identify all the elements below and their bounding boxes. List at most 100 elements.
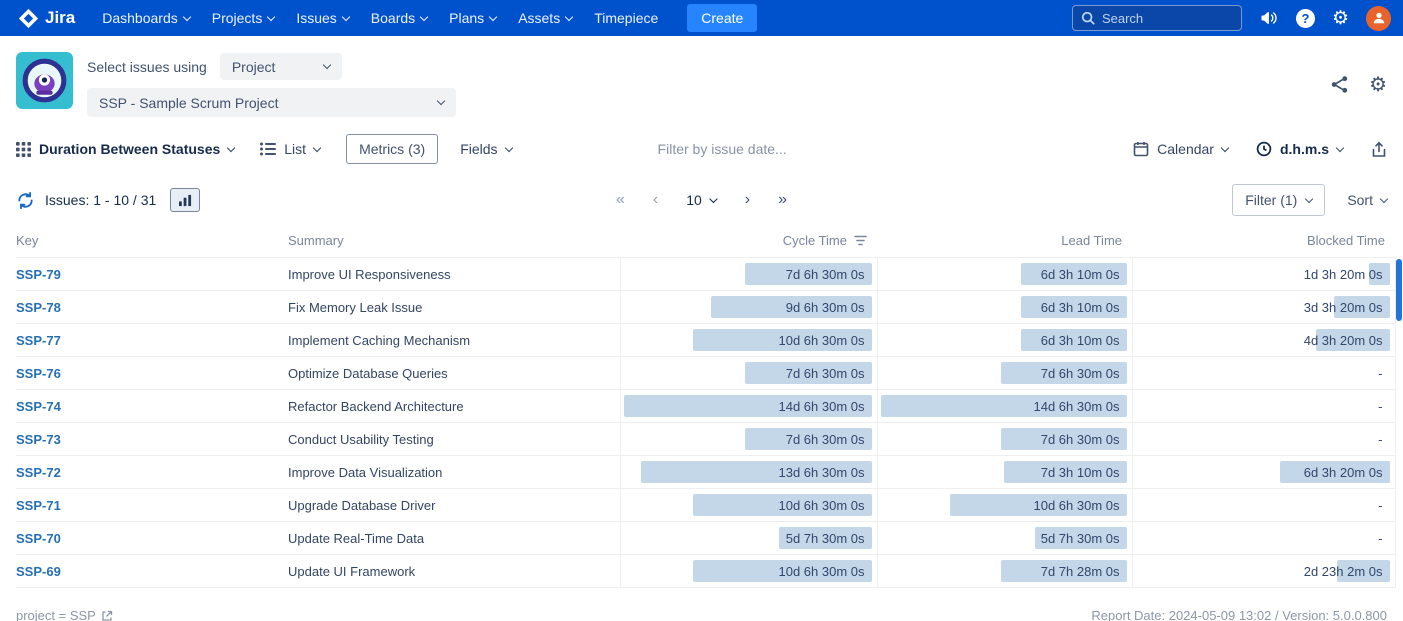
- page-footer: project = SSP Report Date: 2024-05-09 13…: [0, 608, 1403, 621]
- settings-gear-icon[interactable]: ⚙: [1332, 9, 1349, 28]
- filter-button[interactable]: Filter (1): [1232, 184, 1325, 216]
- chevron-down-icon: [342, 12, 350, 20]
- issue-key-link[interactable]: SSP-77: [16, 333, 61, 348]
- nav-projects[interactable]: Projects: [201, 10, 286, 26]
- person-icon: [1372, 11, 1386, 25]
- create-button[interactable]: Create: [687, 4, 757, 32]
- issue-key-link[interactable]: SSP-71: [16, 498, 61, 513]
- project-select[interactable]: SSP - Sample Scrum Project: [87, 88, 456, 117]
- clock-icon: [1256, 141, 1272, 157]
- blocked-cell: 3d 3h 20m 0s: [1133, 291, 1395, 323]
- issue-key-link[interactable]: SSP-76: [16, 366, 61, 381]
- global-search[interactable]: [1072, 5, 1242, 31]
- issue-key-link[interactable]: SSP-70: [16, 531, 61, 546]
- issue-source-controls: Select issues using Project SSP - Sample…: [87, 52, 456, 117]
- issue-source-select[interactable]: Project: [220, 53, 342, 80]
- report-toolbar: Duration Between Statuses List Metrics (…: [0, 133, 1403, 165]
- refresh-icon[interactable]: [16, 191, 35, 210]
- sort-select[interactable]: Sort: [1347, 192, 1387, 208]
- issue-summary: Improve UI Responsiveness: [288, 267, 451, 282]
- last-page-button[interactable]: »: [778, 192, 787, 208]
- export-icon[interactable]: [1371, 141, 1387, 158]
- lead-cell: 14d 6h 30m 0s: [878, 390, 1132, 422]
- issue-summary: Update Real-Time Data: [288, 531, 424, 546]
- table-row: SSP-77 Implement Caching Mechanism 10d 6…: [16, 324, 1395, 357]
- chevron-down-icon: [267, 12, 275, 20]
- table-row: SSP-79 Improve UI Responsiveness 7d 6h 3…: [16, 258, 1395, 291]
- scrollbar-thumb[interactable]: [1396, 259, 1402, 321]
- issue-date-filter-input[interactable]: Filter by issue date...: [658, 141, 787, 157]
- report-info-label: Report Date: 2024-05-09 13:02 / Version:…: [1091, 608, 1387, 621]
- external-link-icon[interactable]: [101, 610, 113, 621]
- nav-plans[interactable]: Plans: [438, 10, 507, 26]
- issue-key-link[interactable]: SSP-79: [16, 267, 61, 282]
- first-page-button[interactable]: «: [616, 192, 625, 208]
- user-avatar[interactable]: [1366, 6, 1391, 31]
- nav-issues[interactable]: Issues: [285, 10, 359, 26]
- calendar-select[interactable]: Calendar: [1133, 141, 1228, 157]
- nav-boards[interactable]: Boards: [360, 10, 438, 26]
- issue-key-link[interactable]: SSP-72: [16, 465, 61, 480]
- nav-timepiece[interactable]: Timepiece: [583, 10, 669, 26]
- select-issues-label: Select issues using: [87, 59, 207, 75]
- nav-assets[interactable]: Assets: [507, 10, 583, 26]
- lead-cell: 6d 3h 10m 0s: [878, 258, 1132, 290]
- nav-dashboards[interactable]: Dashboards: [91, 10, 201, 26]
- lead-cell: 10d 6h 30m 0s: [878, 489, 1132, 521]
- page-size-select[interactable]: 10: [686, 192, 717, 208]
- table-row: SSP-73 Conduct Usability Testing 7d 6h 3…: [16, 423, 1395, 456]
- issue-key-link[interactable]: SSP-78: [16, 300, 61, 315]
- table-row: SSP-70 Update Real-Time Data 5d 7h 30m 0…: [16, 522, 1395, 555]
- issue-summary: Refactor Backend Architecture: [288, 399, 464, 414]
- chevron-down-icon: [183, 12, 191, 20]
- report-type-select[interactable]: Duration Between Statuses: [16, 141, 234, 157]
- brand-label: Jira: [45, 8, 75, 28]
- issue-summary: Implement Caching Mechanism: [288, 333, 470, 348]
- share-icon[interactable]: [1330, 75, 1349, 94]
- blocked-cell: -: [1133, 522, 1395, 554]
- prev-page-button[interactable]: ‹: [653, 192, 658, 208]
- issue-key-link[interactable]: SSP-74: [16, 399, 61, 414]
- time-format-select[interactable]: d.h.m.s: [1256, 141, 1343, 157]
- lead-cell: 6d 3h 10m 0s: [878, 324, 1132, 356]
- chevron-down-icon: [565, 12, 573, 20]
- table-header-row: Key Summary Cycle Time Lead Time Blocked…: [16, 229, 1395, 258]
- report-settings-gear-icon[interactable]: ⚙: [1369, 75, 1387, 95]
- chevron-down-icon: [710, 194, 718, 202]
- issues-table: Key Summary Cycle Time Lead Time Blocked…: [16, 229, 1396, 588]
- search-input[interactable]: [1102, 11, 1232, 26]
- lead-cell: 7d 6h 30m 0s: [878, 423, 1132, 455]
- issue-key-link[interactable]: SSP-73: [16, 432, 61, 447]
- timepiece-app-logo: [16, 52, 73, 109]
- chevron-down-icon: [1380, 194, 1388, 202]
- blocked-cell: 2d 23h 2m 0s: [1133, 555, 1395, 587]
- help-icon[interactable]: ?: [1296, 9, 1315, 28]
- lead-cell: 7d 3h 10m 0s: [878, 456, 1132, 488]
- metrics-button[interactable]: Metrics (3): [346, 134, 438, 164]
- next-page-button[interactable]: ›: [745, 192, 750, 208]
- chevron-down-icon: [1305, 194, 1313, 202]
- announcements-icon[interactable]: [1259, 8, 1279, 28]
- cycle-cell: 9d 6h 30m 0s: [621, 291, 877, 323]
- cycle-cell: 13d 6h 30m 0s: [621, 456, 877, 488]
- issue-summary: Update UI Framework: [288, 564, 415, 579]
- col-cycle-time: Cycle Time: [620, 229, 877, 258]
- cycle-time-filter-icon[interactable]: [854, 235, 867, 246]
- issue-key-link[interactable]: SSP-69: [16, 564, 61, 579]
- chevron-down-icon: [1336, 143, 1344, 151]
- jira-logo[interactable]: Jira: [18, 8, 75, 29]
- grid-icon: [16, 142, 31, 157]
- fields-select[interactable]: Fields: [460, 141, 511, 157]
- blocked-cell: -: [1133, 489, 1395, 521]
- col-lead-time: Lead Time: [877, 229, 1132, 258]
- chart-view-button[interactable]: [170, 188, 200, 212]
- chevron-down-icon: [1221, 143, 1229, 151]
- chevron-down-icon: [489, 12, 497, 20]
- view-mode-select[interactable]: List: [260, 141, 320, 157]
- blocked-cell: -: [1133, 390, 1395, 422]
- cycle-cell: 7d 6h 30m 0s: [621, 423, 877, 455]
- active-filter-label: project = SSP: [16, 608, 96, 621]
- chevron-down-icon: [420, 12, 428, 20]
- pager-right: Filter (1) Sort: [1232, 184, 1387, 216]
- issues-count-label: Issues: 1 - 10 / 31: [45, 192, 156, 208]
